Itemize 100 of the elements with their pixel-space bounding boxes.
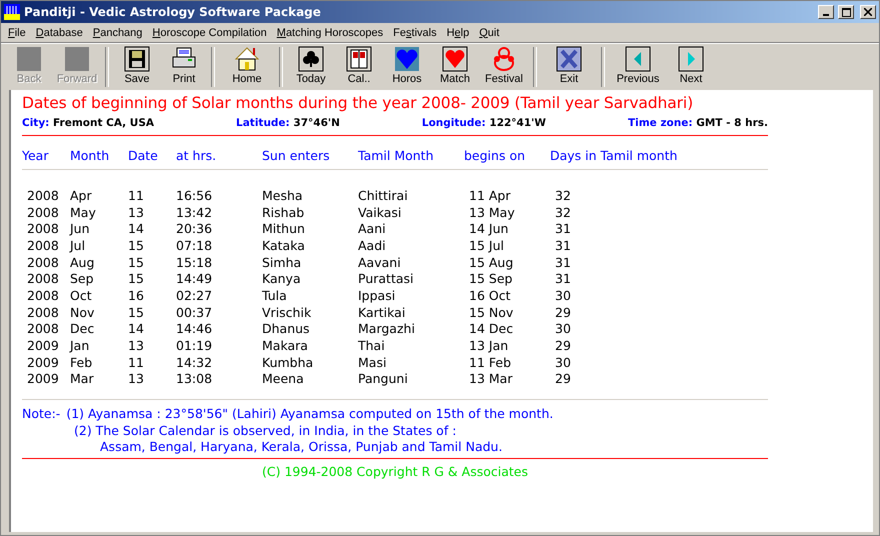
toolbar-button[interactable]: Horos bbox=[383, 46, 431, 88]
table-cell-text: 14 Jun bbox=[468, 221, 510, 236]
table-cell-text: Mesha bbox=[262, 188, 304, 203]
table-cell-text: Tula bbox=[262, 288, 288, 303]
column-header: Year bbox=[22, 148, 50, 163]
table-cell-text: 15 bbox=[128, 304, 145, 320]
toolbar-button[interactable]: Match bbox=[431, 46, 479, 88]
table-cell-text: Aadi bbox=[358, 238, 387, 253]
table-cell-text: Mar bbox=[70, 371, 95, 386]
table-cell-text: 13 Jan bbox=[468, 338, 510, 354]
table-cell-text: 13 Mar bbox=[468, 371, 514, 386]
menu-item[interactable]: Matching Horoscopes bbox=[272, 26, 388, 38]
table-cell-text: 2008 bbox=[26, 221, 60, 236]
menu-item[interactable]: File bbox=[3, 26, 31, 38]
table-cell-text: 16:56 bbox=[176, 188, 214, 203]
table-cell-text: Vrischik bbox=[262, 304, 312, 320]
table-cell-text: 2008 bbox=[26, 304, 60, 320]
table-cell-text: Rishab bbox=[262, 204, 306, 220]
club-icon bbox=[298, 46, 324, 72]
table-cell-text: 13 May bbox=[468, 204, 516, 220]
table-cell-text: 14 bbox=[128, 321, 145, 336]
table-cell-text: Jul bbox=[70, 238, 86, 253]
table-cell-text: Vaikasi bbox=[358, 204, 402, 220]
maximize-icon bbox=[842, 8, 850, 16]
close-button[interactable] bbox=[860, 5, 876, 19]
toolbar-button[interactable]: Previous bbox=[609, 46, 667, 88]
table-cell-text: 2008 bbox=[26, 254, 60, 270]
menu-item[interactable]: Database bbox=[30, 26, 88, 38]
table-cell-text: Kanya bbox=[262, 271, 302, 286]
note-text: (2) The Solar Calendar is observed, in India, in the States of : bbox=[73, 422, 458, 440]
table-cell-text: 14:46 bbox=[176, 321, 214, 336]
table-cell-text: 2008 bbox=[26, 321, 60, 336]
table-cell-text: 13:42 bbox=[176, 204, 214, 220]
table-cell-text: 30 bbox=[554, 288, 572, 303]
toolbar-button[interactable]: Cal.. bbox=[335, 46, 383, 88]
table-cell-text: Jun bbox=[70, 221, 91, 236]
report-title: Dates of beginning of Solar months during the year 2008- 2009 (Tamil year Sarvadhari) bbox=[22, 94, 694, 112]
table-cell-text: Oct bbox=[70, 288, 93, 303]
menu-item[interactable]: Panchang bbox=[88, 26, 148, 38]
deity-icon bbox=[491, 46, 517, 72]
table-cell-text: 14:32 bbox=[176, 354, 214, 370]
table-cell-text: 31 bbox=[554, 238, 572, 253]
column-header: at hrs. bbox=[176, 148, 218, 163]
table-cell-text: 13 bbox=[128, 371, 145, 386]
info-field: Longitude: 122°41'W bbox=[422, 117, 546, 129]
maximize-button[interactable] bbox=[838, 5, 854, 19]
minimize-button[interactable] bbox=[818, 5, 834, 19]
table-cell-text: Purattasi bbox=[358, 271, 414, 286]
table-cell-text: 15 bbox=[128, 254, 145, 270]
toolbar-button[interactable]: Print bbox=[161, 46, 207, 88]
toolbar-button[interactable]: Save bbox=[113, 46, 161, 88]
toolbar-button[interactable]: Festival bbox=[479, 46, 529, 88]
column-header: begins on bbox=[464, 148, 526, 163]
table-cell-text: Kartikai bbox=[358, 304, 406, 320]
table-cell-text: 14 bbox=[128, 221, 145, 236]
table-cell-text: Simha bbox=[262, 254, 302, 270]
table-cell-text: 29 bbox=[554, 304, 572, 320]
table-cell-text: 31 bbox=[554, 271, 572, 286]
info-field: Time zone: GMT - 8 hrs. bbox=[628, 117, 768, 129]
window-title: Panditji - Vedic Astrology Software Package bbox=[24, 5, 322, 19]
menu-item[interactable]: Horoscope Compilation bbox=[147, 26, 272, 38]
table-cell-text: 2008 bbox=[26, 204, 60, 220]
table-cell-text: 29 bbox=[554, 338, 572, 354]
table-cell-text: Aug bbox=[70, 254, 96, 270]
column-header: Month bbox=[70, 148, 110, 163]
table-cell-text: 2009 bbox=[26, 338, 60, 354]
table-cell-text: 15:18 bbox=[176, 254, 214, 270]
toolbar-button[interactable]: Next bbox=[667, 46, 715, 88]
table-cell-text: 15 bbox=[128, 238, 145, 253]
info-field: City: Fremont CA, USA bbox=[22, 117, 154, 129]
menu-item[interactable]: Festivals bbox=[388, 26, 442, 38]
copyright-text: (C) 1994-2008 Copyright R G & Associates bbox=[262, 464, 528, 479]
app-icon bbox=[4, 4, 20, 20]
table-cell-text: 31 bbox=[554, 254, 572, 270]
table-cell-text: Sep bbox=[70, 271, 95, 286]
blank-icon bbox=[64, 46, 90, 72]
table-cell-text: 11 bbox=[128, 188, 145, 203]
menu-item[interactable]: Help bbox=[442, 26, 474, 38]
toolbar-button[interactable]: Exit bbox=[541, 46, 597, 88]
table-cell-text: 16 bbox=[128, 288, 145, 303]
table-cell-text: 32 bbox=[554, 188, 572, 203]
table-cell-text: 13 bbox=[128, 338, 145, 354]
table-cell-text: 16 Oct bbox=[468, 288, 512, 303]
table-cell-text: 15 Jul bbox=[468, 238, 505, 253]
column-header: Date bbox=[128, 148, 159, 163]
table-cell-text: 14 Dec bbox=[468, 321, 514, 336]
toolbar-button[interactable]: Today bbox=[287, 46, 335, 88]
table-cell-text: 13:08 bbox=[176, 371, 214, 386]
table-cell-text: Aani bbox=[358, 221, 387, 236]
menu-item[interactable]: Quit bbox=[474, 26, 504, 38]
table-cell-text: 15 Nov bbox=[468, 304, 514, 320]
table-cell-text: Makara bbox=[262, 338, 309, 354]
table-cell-text: Panguni bbox=[358, 371, 409, 386]
note-text: (1) Ayanamsa : 23°58'56" (Lahiri) Ayanamsa computed on 15th of the month. bbox=[66, 406, 554, 423]
table-cell-text: 15 bbox=[128, 271, 145, 286]
table-cell-text: Kumbha bbox=[262, 354, 314, 370]
toolbar-button[interactable]: Home bbox=[219, 46, 275, 88]
blank-icon bbox=[16, 46, 42, 72]
table-cell-text: 29 bbox=[554, 371, 572, 386]
table-cell-text: 11 bbox=[128, 354, 145, 370]
